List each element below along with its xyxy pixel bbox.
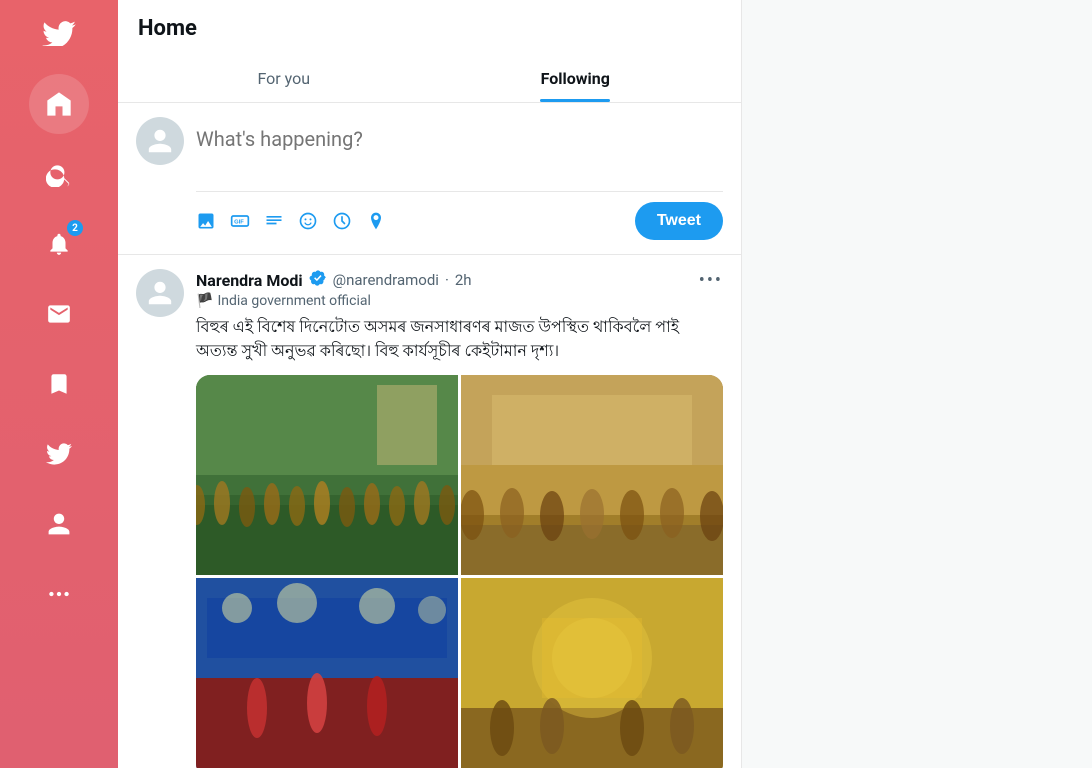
main-content: Home For you Following: [118, 0, 742, 768]
page-header: Home For you Following: [118, 0, 741, 103]
tweet-image-1[interactable]: [196, 375, 458, 575]
location-icon[interactable]: [366, 211, 386, 231]
schedule-icon[interactable]: [332, 211, 352, 231]
compose-toolbar: GIF: [196, 191, 723, 240]
tweet-meta: Narendra Modi @narendramodi · 2h: [196, 269, 472, 291]
svg-text:GIF: GIF: [234, 220, 244, 226]
tweet-image-2[interactable]: [461, 375, 723, 575]
tweet-header: Narendra Modi @narendramodi · 2h •••: [196, 269, 723, 291]
tweet-button[interactable]: Tweet: [635, 202, 723, 240]
flag-icon: 🏴: [196, 293, 213, 309]
compose-area: GIF: [118, 103, 741, 255]
sidebar-item-more[interactable]: [29, 564, 89, 624]
tweet-card: Narendra Modi @narendramodi · 2h ••• 🏴 I…: [118, 255, 741, 768]
tweet-author-avatar: [136, 269, 184, 317]
compose-input[interactable]: [196, 117, 723, 191]
poll-icon[interactable]: [264, 211, 284, 231]
tweet-author-name: Narendra Modi: [196, 271, 303, 290]
tweet-image-3[interactable]: [196, 578, 458, 768]
notification-badge: 2: [67, 220, 83, 236]
sidebar-item-notifications[interactable]: 2: [29, 214, 89, 274]
tweet-image-4[interactable]: [461, 578, 723, 768]
sidebar-item-home[interactable]: [29, 74, 89, 134]
sidebar-item-bookmarks[interactable]: [29, 354, 89, 414]
sidebar-item-twitter-blue[interactable]: [29, 424, 89, 484]
page-title: Home: [138, 16, 721, 41]
tweet-more-button[interactable]: •••: [699, 270, 723, 291]
sidebar-item-search[interactable]: [29, 144, 89, 204]
tweet-text: বিহুৰ এই বিশেষ দিনেটোত অসমৰ জনসাধাৰণৰ মা…: [196, 315, 723, 363]
tweet-timestamp: 2h: [455, 271, 472, 289]
tweet-images: [196, 375, 723, 768]
sidebar-item-profile[interactable]: [29, 494, 89, 554]
tweet-content: Narendra Modi @narendramodi · 2h ••• 🏴 I…: [196, 269, 723, 768]
tab-for-you[interactable]: For you: [138, 55, 430, 102]
gov-label: India government official: [217, 293, 370, 309]
tweet-author-handle: @narendramodi: [333, 271, 439, 289]
verified-badge: [309, 269, 327, 291]
tab-following[interactable]: Following: [430, 55, 722, 102]
compose-right: GIF: [196, 117, 723, 240]
tabs-bar: For you Following: [138, 55, 721, 102]
emoji-icon[interactable]: [298, 211, 318, 231]
sidebar-item-messages[interactable]: [29, 284, 89, 344]
gif-icon[interactable]: GIF: [230, 211, 250, 231]
twitter-logo[interactable]: [42, 18, 76, 50]
user-avatar: [136, 117, 184, 165]
sidebar: 2: [0, 0, 118, 768]
tweet-time: ·: [445, 271, 449, 289]
gov-badge: 🏴 India government official: [196, 293, 723, 309]
image-icon[interactable]: [196, 211, 216, 231]
right-panel: [742, 0, 1092, 768]
